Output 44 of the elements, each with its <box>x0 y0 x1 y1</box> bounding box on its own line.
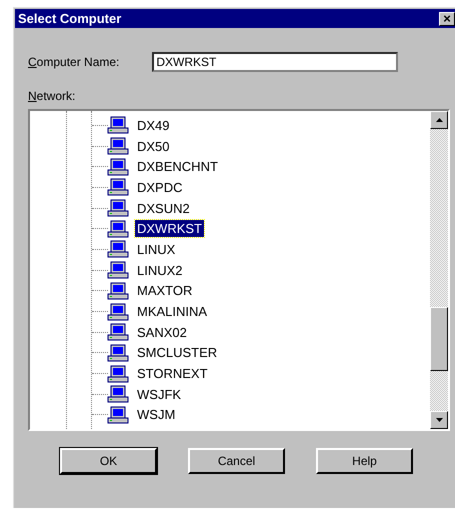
computer-icon <box>107 323 129 342</box>
up-arrow-icon <box>436 118 442 122</box>
computer-item[interactable]: LINUX2 <box>135 262 185 279</box>
computer-item[interactable]: DX49 <box>135 116 172 134</box>
computer-icon <box>107 344 129 362</box>
scroll-up-button[interactable] <box>430 111 448 129</box>
computer-icon <box>107 199 129 218</box>
computer-icon <box>107 282 129 300</box>
dialog-button[interactable]: Cancel <box>188 448 285 474</box>
computer-item[interactable]: MKALININA <box>135 303 210 320</box>
computer-icon <box>107 137 129 156</box>
computer-item[interactable]: WSJM <box>135 406 178 424</box>
computer-icon <box>107 364 129 383</box>
network-label: Network: <box>28 89 76 103</box>
computer-item[interactable]: MAXTOR <box>135 282 194 300</box>
computer-icon <box>107 302 129 321</box>
computer-item[interactable]: DXBENCHNT <box>135 158 220 176</box>
computer-item[interactable]: STORNEXT <box>135 365 210 382</box>
scroll-thumb[interactable] <box>430 307 448 371</box>
computer-icon <box>107 220 129 238</box>
computer-item[interactable]: SANX02 <box>135 324 189 341</box>
computer-icon <box>107 406 129 424</box>
computer-icon <box>107 178 129 196</box>
computer-icon <box>107 240 129 258</box>
window-title: Select Computer <box>18 11 122 26</box>
scrollbar[interactable] <box>430 111 448 429</box>
computer-item[interactable]: DXSUN2 <box>135 200 192 217</box>
computer-icon <box>107 116 129 134</box>
computer-name-field[interactable]: DXWRKST <box>152 52 398 72</box>
down-arrow-icon <box>436 418 442 422</box>
computer-icon <box>107 261 129 280</box>
computer-icon <box>107 385 129 404</box>
computer-name-label: Computer Name: <box>28 55 120 69</box>
computer-item[interactable]: DX50 <box>135 138 172 155</box>
computer-item[interactable]: WSJFK <box>135 386 184 403</box>
ok-button[interactable]: OK <box>60 448 157 474</box>
computer-icon <box>107 158 129 176</box>
computer-item[interactable]: LINUX <box>135 240 178 258</box>
dialog-button[interactable]: Help <box>316 448 413 474</box>
computer-item[interactable]: DXPDC <box>135 178 185 196</box>
computer-item[interactable]: SMCLUSTER <box>135 344 220 362</box>
computer-item[interactable]: DXWRKST <box>135 220 204 238</box>
close-button[interactable]: × <box>439 12 455 26</box>
scroll-down-button[interactable] <box>430 411 448 429</box>
